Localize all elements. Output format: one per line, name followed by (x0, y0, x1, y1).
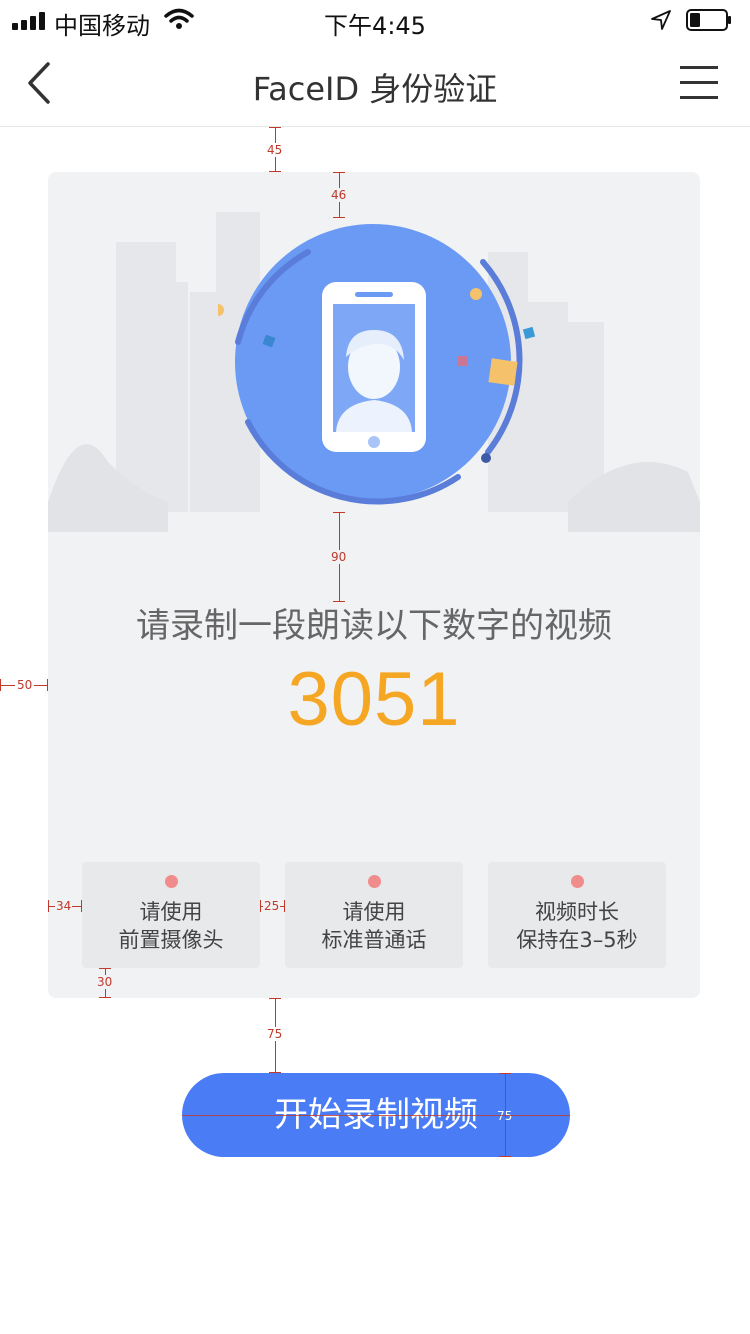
page-title: FaceID 身份验证 (252, 70, 498, 108)
navigation-bar: FaceID 身份验证 (0, 40, 750, 127)
tip-front-camera: 请使用 前置摄像头 (82, 862, 260, 968)
location-arrow-icon (651, 10, 671, 30)
tip-line: 请使用 (139, 900, 203, 924)
tip-line: 视频时长 (535, 900, 619, 924)
start-recording-button[interactable]: 开始录制视频 (182, 1073, 570, 1157)
status-bar: 中国移动 下午4:45 (0, 0, 750, 40)
tip-line: 前置摄像头 (118, 928, 224, 952)
menu-icon[interactable] (680, 66, 720, 100)
tip-text: 视频时长 保持在3–5秒 (488, 898, 666, 954)
verification-card: 请录制一段朗读以下数字的视频 3051 请使用 前置摄像头 请使用 标准普通话 … (48, 172, 700, 998)
tip-dot-icon (165, 875, 178, 888)
battery-icon (686, 9, 731, 31)
tip-duration: 视频时长 保持在3–5秒 (488, 862, 666, 968)
tip-text: 请使用 标准普通话 (285, 898, 463, 954)
tip-dot-icon (571, 875, 584, 888)
annotation-label: 75 (266, 1027, 284, 1041)
tip-mandarin: 请使用 标准普通话 (285, 862, 463, 968)
status-time: 下午4:45 (324, 12, 426, 40)
annotation-label: 45 (266, 143, 284, 157)
tip-line: 标准普通话 (321, 928, 427, 952)
verification-code: 3051 (287, 657, 461, 742)
tip-text: 请使用 前置摄像头 (82, 898, 260, 954)
tip-line: 请使用 (342, 900, 406, 924)
annotation-label: 50 (15, 678, 35, 692)
tip-line: 保持在3–5秒 (516, 928, 638, 952)
instruction-text: 请录制一段朗读以下数字的视频 (136, 606, 612, 646)
tip-dot-icon (368, 875, 381, 888)
face-phone-illustration (218, 224, 536, 505)
